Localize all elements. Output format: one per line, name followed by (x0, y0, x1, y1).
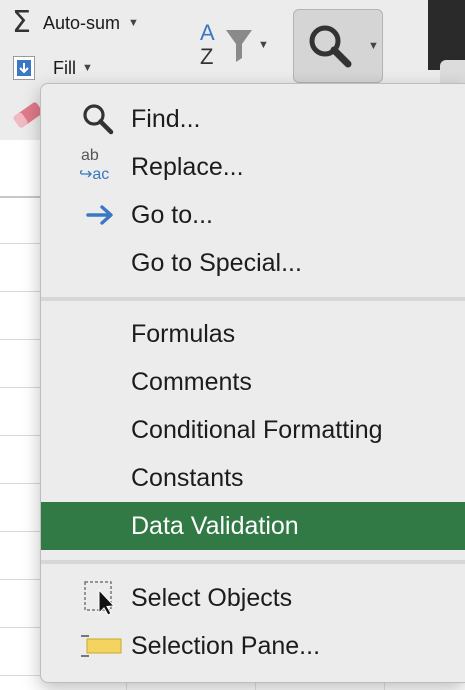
menu-item-selection-pane[interactable]: Selection Pane... (41, 622, 465, 670)
replace-icon-top-text: ab (81, 147, 99, 164)
menu-item-label: Formulas (131, 319, 236, 348)
find-select-button[interactable]: ▼ (293, 9, 383, 83)
menu-item-label: Selection Pane... (131, 631, 321, 660)
menu-item-goto-special[interactable]: Go to Special... (41, 239, 465, 287)
fill-button[interactable]: Fill ▼ (13, 56, 93, 80)
filter-funnel-icon (226, 30, 252, 62)
menu-item-goto[interactable]: Go to... (41, 191, 465, 239)
menu-item-label: Comments (131, 367, 252, 396)
menu-separator (41, 297, 465, 301)
fill-down-icon (13, 56, 35, 80)
autosum-label: Auto-sum (42, 12, 120, 33)
menu-item-label: Find... (131, 104, 201, 133)
menu-item-formulas[interactable]: Formulas (41, 310, 465, 358)
sigma-icon: Σ (12, 5, 31, 40)
menu-item-find[interactable]: Find... (41, 95, 465, 143)
menu-item-label: Replace... (131, 152, 244, 181)
sort-letter-z: Z (200, 44, 214, 69)
selection-pane-icon (81, 635, 122, 657)
menu-item-label: Select Objects (131, 583, 293, 612)
find-select-menu: Find... ab ↪ac Replace... Go to... Go to… (40, 83, 465, 683)
chevron-down-icon[interactable]: ▼ (258, 39, 269, 51)
sort-letter-a: A (200, 20, 215, 45)
menu-item-label: Go to Special... (131, 248, 302, 277)
sort-filter-button[interactable]: A Z ▼ (198, 20, 269, 70)
menu-item-label: Constants (131, 463, 244, 492)
chevron-down-icon[interactable]: ▼ (128, 17, 139, 29)
menu-separator (41, 560, 465, 564)
magnifier-icon (83, 104, 114, 135)
menu-item-select-objects[interactable]: Select Objects (41, 574, 465, 622)
menu-item-comments[interactable]: Comments (41, 358, 465, 406)
chevron-down-icon[interactable]: ▼ (82, 62, 93, 74)
menu-item-conditional-formatting[interactable]: Conditional Formatting (41, 406, 465, 454)
replace-icon-bottom-text: ↪ac (79, 166, 110, 183)
sort-az-icon: A Z (198, 20, 226, 70)
menu-item-label: Go to... (131, 200, 213, 229)
arrow-right-icon (86, 205, 113, 225)
autosum-button[interactable]: Σ Auto-sum ▼ (12, 8, 139, 38)
select-objects-icon (84, 581, 116, 616)
menu-item-replace[interactable]: ab ↪ac Replace... (41, 143, 465, 191)
menu-item-constants[interactable]: Constants (41, 454, 465, 502)
magnifier-icon (309, 25, 352, 68)
menu-item-label: Conditional Formatting (131, 415, 383, 444)
replace-icon: ab ↪ac (79, 147, 123, 185)
menu-item-data-validation[interactable]: Data Validation (41, 502, 465, 550)
fill-label: Fill (53, 57, 76, 78)
chevron-down-icon[interactable]: ▼ (368, 40, 379, 52)
menu-item-label: Data Validation (131, 511, 299, 540)
